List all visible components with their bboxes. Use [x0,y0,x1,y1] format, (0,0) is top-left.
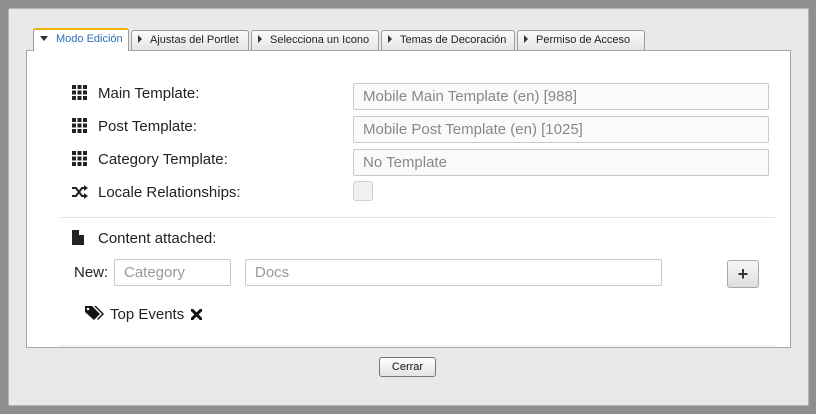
caret-right-icon [524,35,528,43]
grid-icon [72,85,88,104]
tag-label: Top Events [110,306,185,323]
locale-relationships-label: Locale Relationships: [72,184,241,203]
tab-ajustas-portlet[interactable]: Ajustas del Portlet [131,30,249,50]
close-button[interactable]: Cerrar [379,357,436,377]
add-button[interactable]: + [727,260,759,288]
remove-icon[interactable] [190,307,203,324]
tags-icon [85,306,106,325]
category-template-field[interactable]: No Template [353,149,769,176]
category-template-label: Category Template: [72,151,228,170]
caret-down-icon [40,36,48,41]
tab-selecciona-icono[interactable]: Selecciona un Icono [251,30,379,50]
tag-item: Top Events [85,306,203,325]
caret-right-icon [258,35,262,43]
edit-mode-panel: Main Template: Mobile Main Template (en)… [26,50,791,348]
shuffle-icon [72,185,88,203]
file-icon [72,230,88,249]
content-attached-label: Content attached: [72,230,216,249]
main-template-field[interactable]: Mobile Main Template (en) [988] [353,83,769,110]
divider [60,217,775,218]
main-template-label: Main Template: [72,85,199,104]
post-template-label: Post Template: [72,118,197,137]
tab-modo-edicion[interactable]: Modo Edición [33,28,129,51]
portlet-config-dialog: Modo Edición Ajustas del Portlet Selecci… [8,8,809,406]
category-input[interactable]: Category [114,259,231,286]
post-template-field[interactable]: Mobile Post Template (en) [1025] [353,116,769,143]
tab-permiso-acceso[interactable]: Permiso de Acceso [517,30,645,50]
caret-right-icon [388,35,392,43]
locale-relationships-checkbox[interactable] [353,181,373,201]
tab-temas-decoracion[interactable]: Temas de Decoración [381,30,515,50]
caret-right-icon [138,35,142,43]
grid-icon [72,118,88,137]
new-label: New: [74,264,109,281]
grid-icon [72,151,88,170]
docs-input[interactable]: Docs [245,259,662,286]
divider [60,345,775,346]
